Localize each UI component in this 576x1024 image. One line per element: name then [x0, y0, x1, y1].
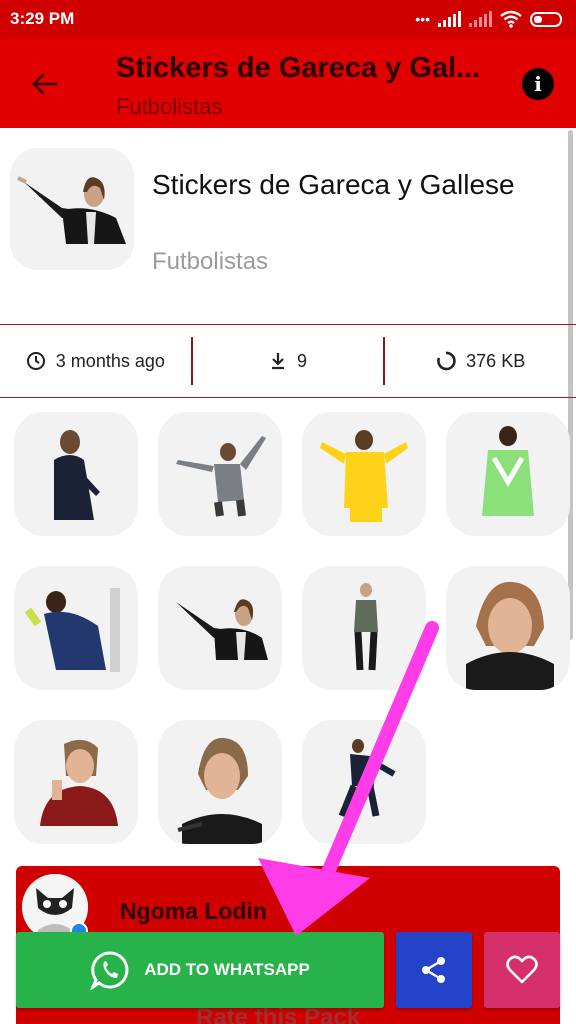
signal-secondary-icon [469, 11, 492, 27]
pack-name: Stickers de Gareca y Gallese [152, 169, 515, 200]
favorite-button[interactable] [484, 932, 560, 1008]
arrow-left-icon [32, 73, 58, 95]
stat-downloads-value: 9 [297, 350, 308, 371]
sticker-item[interactable] [14, 412, 138, 536]
sticker-item[interactable] [302, 566, 426, 690]
download-icon [272, 353, 284, 370]
share-icon [422, 957, 445, 983]
sticker-item[interactable] [14, 720, 138, 844]
whatsapp-icon [90, 951, 129, 990]
share-button[interactable] [396, 932, 472, 1008]
info-button[interactable]: i [522, 68, 554, 100]
stat-size: 376 KB [385, 325, 576, 397]
info-icon: i [534, 72, 542, 96]
heart-icon [506, 955, 538, 984]
pack-tray-icon [10, 148, 134, 270]
pack-stats: 3 months ago 9 376 KB [0, 324, 576, 398]
status-bar: 3:29 PM ••• [0, 0, 576, 38]
app-title: Stickers de Gareca y Gal... [116, 52, 481, 84]
stat-downloads: 9 [193, 325, 384, 397]
stat-updated: 3 months ago [0, 325, 191, 397]
app-bar: Stickers de Gareca y Gal... Futbolistas … [0, 38, 576, 128]
notification-dots-icon: ••• [415, 11, 430, 27]
back-button[interactable] [22, 62, 66, 106]
battery-icon [530, 11, 562, 27]
loading-ring-icon [437, 351, 456, 371]
stat-updated-value: 3 months ago [55, 350, 165, 371]
sticker-item[interactable] [302, 412, 426, 536]
sticker-item[interactable] [158, 566, 282, 690]
status-time: 3:29 PM [10, 9, 75, 28]
app-subtitle: Futbolistas [116, 94, 223, 119]
sticker-item[interactable] [302, 720, 426, 844]
add-to-whatsapp-label: ADD TO WHATSAPP [144, 960, 310, 979]
reviewer-name: Ngoma Lodin [120, 898, 267, 924]
sticker-item[interactable] [446, 566, 570, 690]
sticker-item[interactable] [158, 412, 282, 536]
sticker-item[interactable] [446, 412, 570, 536]
stat-size-value: 376 KB [466, 350, 526, 371]
wifi-icon [500, 10, 522, 28]
status-icons: ••• [415, 10, 562, 28]
sticker-item[interactable] [14, 566, 138, 690]
clock-icon [26, 352, 45, 370]
pack-publisher: Futbolistas [152, 248, 269, 275]
sticker-item[interactable] [158, 720, 282, 844]
signal-icon [438, 11, 461, 27]
add-to-whatsapp-button[interactable]: ADD TO WHATSAPP [16, 932, 384, 1008]
